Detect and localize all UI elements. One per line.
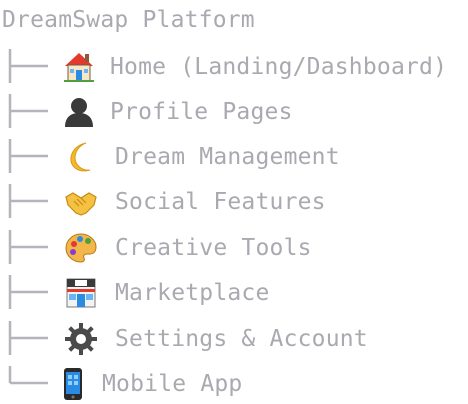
tree-branch-connector — [4, 275, 52, 309]
crescent-moon-icon — [64, 140, 98, 174]
tree-root-label: DreamSwap Platform — [2, 7, 255, 33]
house-icon — [62, 50, 96, 84]
tree-node-profile-pages: Profile Pages — [0, 92, 468, 132]
person-silhouette-icon — [62, 95, 96, 129]
tree-node-mobile-app: Mobile App — [0, 364, 468, 404]
tree-branch-connector-last — [4, 366, 52, 400]
tree-node-label: Profile Pages — [110, 99, 293, 125]
gear-icon — [64, 322, 98, 356]
tree-node-label: Settings & Account — [115, 326, 368, 352]
tree-node-label: Creative Tools — [115, 235, 312, 261]
tree-node-creative-tools: Creative Tools — [0, 228, 468, 268]
tree-node-social-features: Social Features — [0, 182, 468, 222]
tree-node-marketplace: Marketplace — [0, 273, 468, 313]
artist-palette-icon — [64, 231, 98, 265]
tree-branch-connector — [4, 139, 52, 173]
handshake-icon — [64, 185, 98, 219]
tree-node-label: Mobile App — [102, 371, 243, 397]
tree-branch-connector — [4, 321, 52, 355]
tree-branch-connector — [4, 94, 52, 128]
tree-branch-connector — [4, 230, 52, 264]
tree-node-home: Home (Landing/Dashboard) — [0, 47, 468, 87]
tree-node-label: Dream Management — [115, 144, 340, 170]
tree-node-label: Social Features — [115, 189, 326, 215]
tree-node-settings-account: Settings & Account — [0, 319, 468, 359]
tree-node-dream-management: Dream Management — [0, 137, 468, 177]
mobile-phone-icon — [56, 367, 90, 401]
tree-branch-connector — [4, 49, 52, 83]
sitemap-tree: DreamSwap Platform Home (Landing/Dashboa… — [0, 0, 468, 401]
tree-node-label: Home (Landing/Dashboard) — [110, 54, 448, 80]
tree-branch-connector — [4, 184, 52, 218]
convenience-store-icon — [64, 276, 98, 310]
tree-node-label: Marketplace — [115, 280, 270, 306]
